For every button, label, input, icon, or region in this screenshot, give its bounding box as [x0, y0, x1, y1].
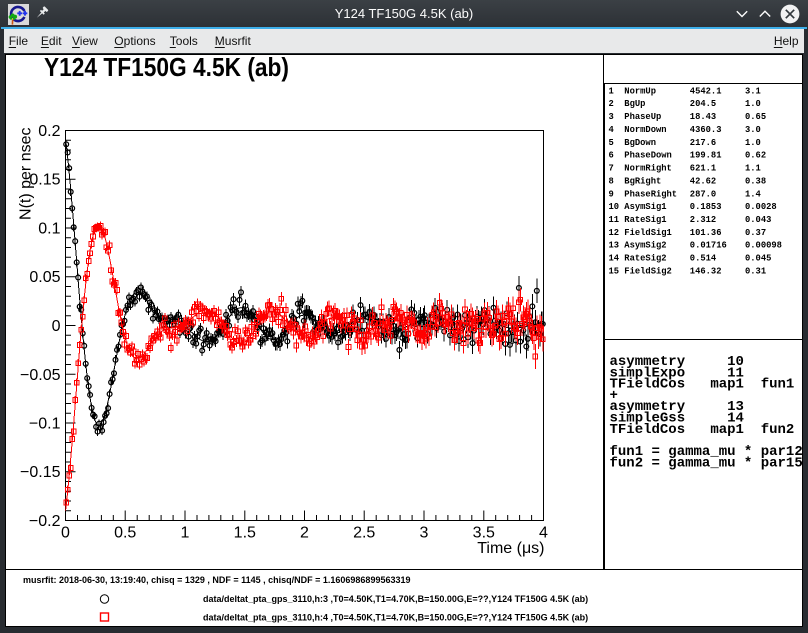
svg-text:0.2: 0.2	[38, 123, 60, 140]
svg-text:10: 10	[609, 202, 620, 212]
svg-text:AsymSig2: AsymSig2	[624, 241, 666, 251]
svg-text:2.312: 2.312	[690, 215, 716, 225]
svg-text:204.5: 204.5	[690, 99, 716, 109]
svg-text:0.38: 0.38	[745, 176, 766, 186]
svg-text:RateSig2: RateSig2	[624, 254, 666, 264]
svg-text:data/deltat_pta_gps_3110,h:3 ,: data/deltat_pta_gps_3110,h:3 ,T0=4.50K,T…	[203, 594, 588, 604]
svg-text:0.045: 0.045	[745, 254, 771, 264]
svg-text:−0.05: −0.05	[20, 367, 61, 384]
svg-text:NormUp: NormUp	[624, 86, 656, 96]
svg-text:0.0028: 0.0028	[745, 202, 777, 212]
svg-text:18.43: 18.43	[690, 112, 716, 122]
svg-text:3: 3	[420, 525, 429, 542]
svg-text:0.1: 0.1	[38, 221, 60, 238]
svg-text:287.0: 287.0	[690, 189, 716, 199]
svg-text:−0.1: −0.1	[29, 416, 61, 433]
svg-text:11: 11	[609, 215, 620, 225]
svg-text:12: 12	[609, 228, 620, 238]
svg-text:0.65: 0.65	[745, 112, 766, 122]
svg-text:6: 6	[609, 151, 614, 161]
svg-text:−0.2: −0.2	[29, 513, 61, 530]
svg-text:3.0: 3.0	[745, 125, 761, 135]
svg-text:PhaseRight: PhaseRight	[624, 189, 677, 199]
svg-text:4542.1: 4542.1	[690, 86, 722, 96]
svg-text:−0.15: −0.15	[20, 464, 61, 481]
svg-text:13: 13	[609, 241, 620, 251]
svg-text:AsymSig1: AsymSig1	[624, 202, 666, 212]
svg-text:0.31: 0.31	[745, 267, 766, 277]
svg-text:2: 2	[609, 99, 614, 109]
svg-text:1: 1	[181, 525, 190, 542]
svg-text:RateSig1: RateSig1	[624, 215, 666, 225]
svg-text:0.514: 0.514	[690, 254, 717, 264]
svg-text:217.6: 217.6	[690, 138, 716, 148]
svg-text:3.1: 3.1	[745, 86, 761, 96]
svg-text:1: 1	[609, 86, 614, 96]
svg-text:BgRight: BgRight	[624, 176, 661, 186]
svg-text:Time (μs): Time (μs)	[477, 540, 544, 557]
svg-text:NormRight: NormRight	[624, 164, 672, 174]
svg-text:musrfit: 2018-06-30, 13:19:40,: musrfit: 2018-06-30, 13:19:40, chisq = 1…	[23, 575, 410, 585]
svg-text:0.01716: 0.01716	[690, 241, 727, 251]
svg-text:15: 15	[609, 267, 620, 277]
svg-text:data/deltat_pta_gps_3110,h:4 ,: data/deltat_pta_gps_3110,h:4 ,T0=4.50K,T…	[203, 612, 588, 622]
svg-text:PhaseDown: PhaseDown	[624, 151, 672, 161]
svg-text:Y124 TF150G 4.5K (ab): Y124 TF150G 4.5K (ab)	[44, 52, 289, 82]
svg-text:fun2 = gamma_mu * par15: fun2 = gamma_mu * par15	[610, 456, 803, 472]
svg-text:TFieldCos map1 fun1: TFieldCos map1 fun1	[610, 377, 795, 393]
svg-text:TFieldCos map1 fun2: TFieldCos map1 fun2	[610, 422, 795, 438]
svg-text:1.1: 1.1	[745, 164, 761, 174]
svg-text:199.81: 199.81	[690, 151, 722, 161]
svg-text:2.5: 2.5	[353, 525, 375, 542]
svg-text:0.37: 0.37	[745, 228, 766, 238]
svg-text:9: 9	[609, 189, 614, 199]
svg-text:BgUp: BgUp	[624, 99, 645, 109]
svg-text:146.32: 146.32	[690, 267, 722, 277]
svg-text:1.4: 1.4	[745, 189, 762, 199]
svg-text:N(t) per nsec: N(t) per nsec	[18, 128, 35, 220]
svg-text:NormDown: NormDown	[624, 125, 666, 135]
svg-text:2: 2	[300, 525, 309, 542]
svg-text:1.5: 1.5	[234, 525, 256, 542]
svg-text:0.043: 0.043	[745, 215, 771, 225]
svg-text:101.36: 101.36	[690, 228, 722, 238]
svg-text:0.1853: 0.1853	[690, 202, 722, 212]
svg-text:3.5: 3.5	[473, 525, 495, 542]
svg-text:8: 8	[609, 176, 614, 186]
svg-text:5: 5	[609, 138, 614, 148]
svg-text:4360.3: 4360.3	[690, 125, 722, 135]
svg-text:0.5: 0.5	[114, 525, 136, 542]
svg-text:BgDown: BgDown	[624, 138, 656, 148]
svg-text:7: 7	[609, 164, 614, 174]
svg-text:FieldSig2: FieldSig2	[624, 267, 672, 277]
svg-text:PhaseUp: PhaseUp	[624, 112, 661, 122]
svg-text:FieldSig1: FieldSig1	[624, 228, 672, 238]
svg-text:0.00098: 0.00098	[745, 241, 782, 251]
svg-text:42.62: 42.62	[690, 176, 716, 186]
svg-text:621.1: 621.1	[690, 164, 716, 174]
svg-text:0: 0	[52, 318, 61, 335]
svg-text:0: 0	[61, 525, 70, 542]
svg-text:4: 4	[539, 525, 548, 542]
svg-text:0.62: 0.62	[745, 151, 766, 161]
svg-text:1.0: 1.0	[745, 99, 761, 109]
svg-text:14: 14	[609, 254, 620, 264]
svg-text:0.05: 0.05	[29, 269, 60, 286]
svg-text:1.0: 1.0	[745, 138, 761, 148]
svg-text:4: 4	[609, 125, 615, 135]
svg-text:3: 3	[609, 112, 614, 122]
